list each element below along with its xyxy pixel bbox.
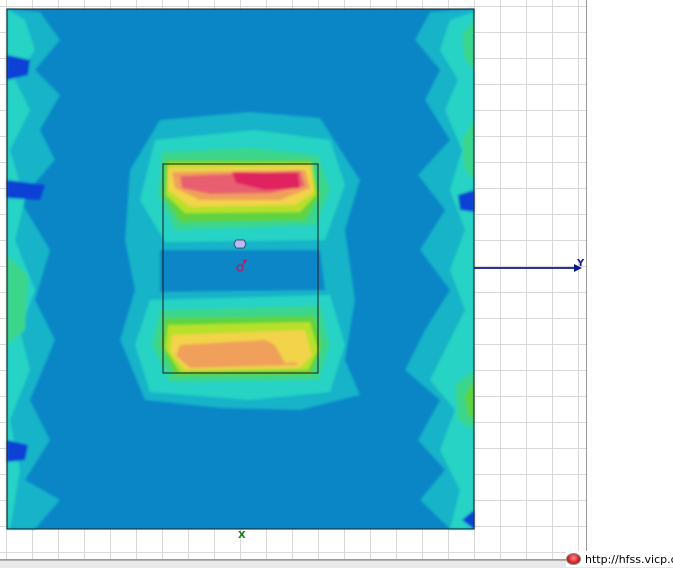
feed-port-icon[interactable]	[233, 239, 247, 249]
field-overlay-plot[interactable]: Y X	[0, 0, 587, 560]
x-axis-label: X	[238, 530, 246, 541]
y-axis-arrow	[474, 264, 582, 272]
y-axis-label: Y	[576, 258, 585, 269]
watermark-text: http://hfss.vicp.cc	[585, 552, 673, 566]
watermark: http://hfss.vicp.cc	[566, 551, 673, 567]
3d-modeler-viewport[interactable]: Y X	[0, 0, 587, 560]
watermark-logo-icon	[566, 553, 581, 565]
